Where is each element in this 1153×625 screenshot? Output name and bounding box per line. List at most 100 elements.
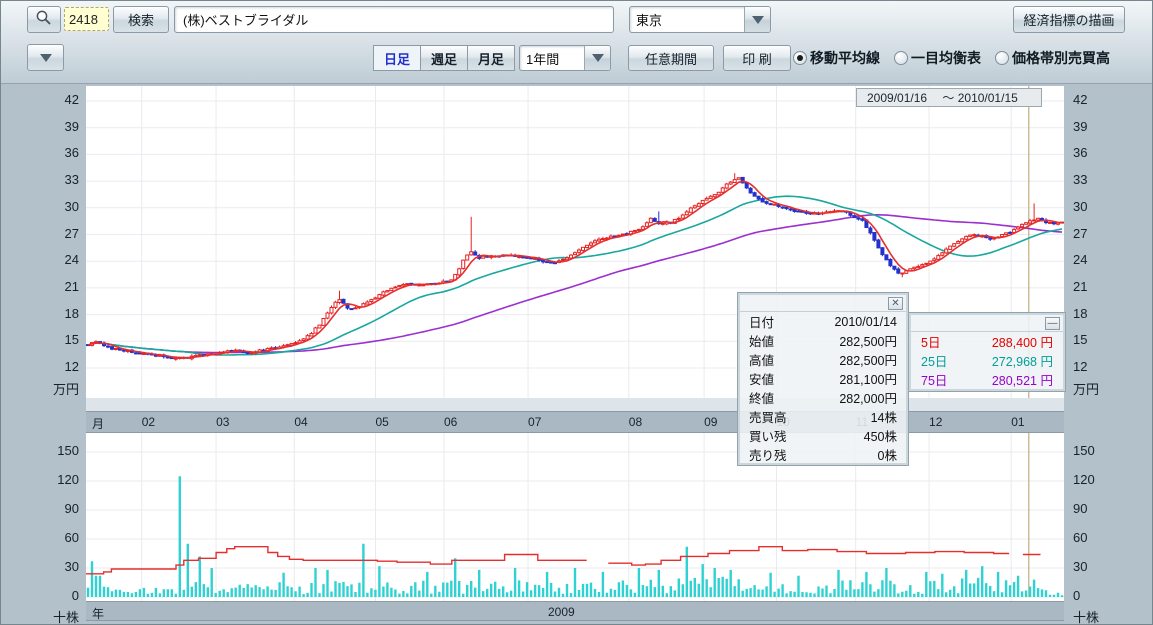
search-button[interactable]: 検索 — [113, 6, 169, 33]
draw-economic-indicator-button[interactable]: 経済指標の描画 — [1013, 6, 1125, 33]
tab-weekly[interactable]: 週足 — [420, 45, 468, 71]
volume-chart-plot[interactable] — [86, 433, 1064, 601]
range-select[interactable]: 1年間 — [519, 45, 611, 71]
date-range-box: 2009/01/16 ～ 2010/01/15 — [856, 88, 1042, 107]
radio-label: 価格帯別売買高 — [1012, 48, 1110, 68]
legend-rows: 5日288,400 円25日272,968 円75日280,521 円 — [911, 332, 1063, 389]
tooltip-row-label: 買い残 — [749, 426, 787, 445]
month-axis-band: 月020304050607080910111201 — [86, 411, 1064, 433]
month-axis-label: 01 — [1011, 415, 1024, 429]
legend-row-value: 280,521 円 — [992, 370, 1053, 389]
price-axis-tick-right: 30 — [1073, 199, 1113, 214]
minimize-icon[interactable]: — — [1045, 317, 1060, 330]
price-axis-tick-left: 15 — [31, 332, 79, 347]
tooltip-row-value: 282,000円 — [839, 388, 897, 407]
price-axis-tick-right: 21 — [1073, 279, 1113, 294]
tooltip-row-label: 日付 — [749, 312, 774, 331]
radio-moving-average[interactable]: 移動平均線 — [793, 48, 880, 68]
print-button[interactable]: 印 刷 — [723, 45, 791, 71]
exchange-selected-value: 東京 — [630, 10, 744, 29]
toolbar: 検索 東京 経済指標の描画 日足週足月足 1年間 任意期間 印 刷 移動平均線 一… — [1, 1, 1153, 84]
tooltip-row: 始値282,500円 — [740, 331, 906, 350]
legend-row-label: 25日 — [921, 351, 947, 370]
volume-axis-tick-right: 60 — [1073, 530, 1113, 545]
year-axis-caption: 年 — [92, 605, 104, 622]
price-axis-unit-left: 万円 — [31, 379, 79, 398]
month-axis-label: 09 — [704, 415, 717, 429]
tab-monthly[interactable]: 月足 — [467, 45, 515, 71]
month-axis-label: 08 — [629, 415, 642, 429]
radio-circle-icon — [894, 51, 908, 65]
volume-axis-tick-left: 60 — [31, 530, 79, 545]
volume-axis-unit-right: 十株 — [1073, 607, 1121, 625]
chart-separator-band — [86, 398, 1064, 411]
volume-axis-tick-left: 30 — [31, 559, 79, 574]
stock-code-input[interactable] — [64, 7, 109, 31]
month-axis-label: 07 — [528, 415, 541, 429]
radio-circle-icon — [793, 51, 807, 65]
tooltip-row: 買い残450株 — [740, 426, 906, 445]
price-axis-tick-right: 36 — [1073, 145, 1113, 160]
quote-tooltip-rows: 日付 2010/01/14 始値282,500円高値 282,500円安値281,10… — [740, 312, 906, 464]
volume-axis-tick-left: 90 — [31, 501, 79, 516]
price-axis-tick-right: 18 — [1073, 306, 1113, 321]
search-icon-button[interactable] — [27, 6, 61, 33]
tab-daily[interactable]: 日足 — [373, 45, 421, 71]
overlay-radio-group: 移動平均線 一目均衡表 価格帯別売買高 — [793, 45, 1124, 71]
tooltip-row-value: 282,500円 — [839, 350, 897, 369]
legend-row: 5日288,400 円 — [911, 332, 1063, 351]
tooltip-row: 日付 2010/01/14 — [740, 312, 906, 331]
exchange-dropdown-arrow-icon[interactable] — [744, 7, 770, 32]
price-axis-tick-left: 33 — [31, 172, 79, 187]
month-axis-label: 03 — [216, 415, 229, 429]
volume-axis-tick-right: 120 — [1073, 472, 1113, 487]
legend-row: 25日272,968 円 — [911, 351, 1063, 370]
custom-period-button[interactable]: 任意期間 — [628, 45, 714, 71]
price-axis-tick-left: 21 — [31, 279, 79, 294]
chevron-down-icon — [40, 54, 52, 62]
price-axis-tick-left: 30 — [31, 199, 79, 214]
year-axis-band: 年 2009 — [86, 601, 1064, 621]
volume-axis-tick-right: 90 — [1073, 501, 1113, 516]
month-axis-label: 04 — [294, 415, 307, 429]
month-axis-label: 12 — [929, 415, 942, 429]
company-name-field[interactable] — [174, 6, 614, 33]
volume-axis-tick-left: 150 — [31, 443, 79, 458]
price-axis-tick-right: 24 — [1073, 252, 1113, 267]
tooltip-row: 売買高14株 — [740, 407, 906, 426]
price-axis-tick-left: 39 — [31, 119, 79, 134]
price-axis-tick-left: 24 — [31, 252, 79, 267]
price-axis-tick-right: 42 — [1073, 92, 1113, 107]
moving-average-legend: — 5日288,400 円25日272,968 円75日280,521 円 — [909, 313, 1065, 391]
tooltip-row: 高値 282,500円 — [740, 350, 906, 369]
tooltip-row-value: 14株 — [871, 407, 897, 426]
radio-volume-by-price[interactable]: 価格帯別売買高 — [995, 48, 1110, 68]
radio-label: 一目均衡表 — [911, 48, 981, 68]
tooltip-row-label: 高値 — [749, 350, 774, 369]
tooltip-row: 終値 282,000円 — [740, 388, 906, 407]
exchange-select[interactable]: 東京 — [629, 6, 771, 33]
chart-menu-dropdown-button[interactable] — [27, 44, 64, 71]
radio-circle-icon — [995, 51, 1009, 65]
tooltip-row-value: 0株 — [878, 445, 897, 464]
price-axis-tick-right: 33 — [1073, 172, 1113, 187]
tooltip-row-label: 終値 — [749, 388, 774, 407]
stock-chart-app: 検索 東京 経済指標の描画 日足週足月足 1年間 任意期間 印 刷 移動平均線 一… — [0, 0, 1153, 625]
tooltip-row-value: 2010/01/14 — [834, 315, 897, 329]
tooltip-row: 安値281,100円 — [740, 369, 906, 388]
tooltip-row-value: 281,100円 — [839, 369, 897, 388]
price-axis-tick-right: 39 — [1073, 119, 1113, 134]
range-dropdown-arrow-icon[interactable] — [584, 46, 610, 70]
legend-row-value: 288,400 円 — [992, 332, 1053, 351]
month-axis-label: 02 — [142, 415, 155, 429]
volume-axis-tick-right: 30 — [1073, 559, 1113, 574]
legend-row: 75日280,521 円 — [911, 370, 1063, 389]
quote-tooltip-header: ✕ — [740, 295, 906, 312]
range-selected-value: 1年間 — [520, 49, 584, 68]
price-axis-tick-left: 27 — [31, 226, 79, 241]
year-axis-label: 2009 — [548, 605, 575, 619]
radio-ichimoku[interactable]: 一目均衡表 — [894, 48, 981, 68]
price-axis-tick-right: 27 — [1073, 226, 1113, 241]
price-axis-tick-right: 15 — [1073, 332, 1113, 347]
close-icon[interactable]: ✕ — [888, 297, 903, 310]
